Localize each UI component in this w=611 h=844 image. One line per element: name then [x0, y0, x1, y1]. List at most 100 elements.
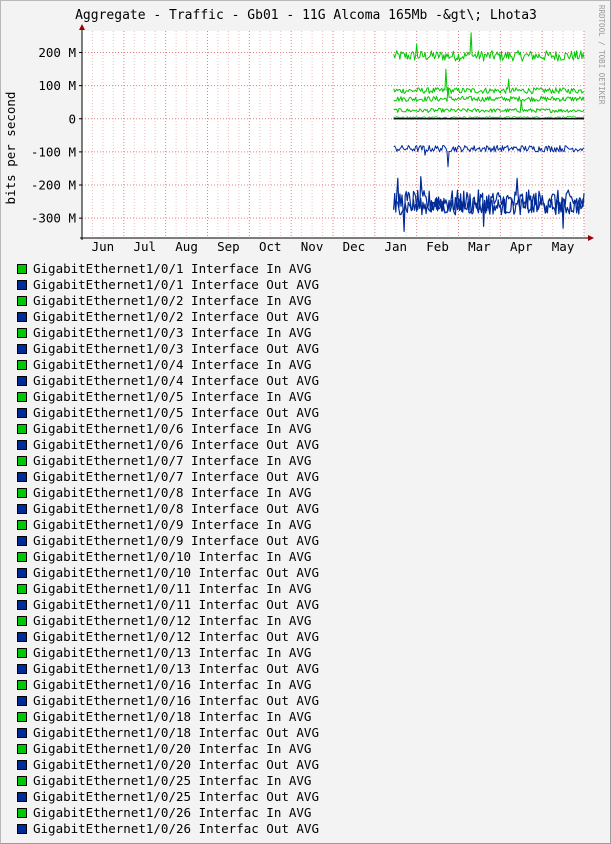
legend-swatch [17, 312, 27, 322]
x-tick-label: Jul [133, 239, 156, 254]
legend-item: GigabitEthernet1/0/4 Interface In AVG [17, 357, 319, 373]
x-tick-label: Jan [384, 239, 407, 254]
legend-label: GigabitEthernet1/0/9 Interface Out AVG [33, 533, 319, 548]
legend-item: GigabitEthernet1/0/26 Interfac In AVG [17, 805, 319, 821]
legend-label: GigabitEthernet1/0/12 Interfac In AVG [33, 613, 312, 628]
legend-swatch [17, 632, 27, 642]
legend-swatch [17, 328, 27, 338]
legend-item: GigabitEthernet1/0/16 Interfac Out AVG [17, 693, 319, 709]
legend-swatch [17, 424, 27, 434]
legend-label: GigabitEthernet1/0/10 Interfac In AVG [33, 549, 312, 564]
legend-label: GigabitEthernet1/0/2 Interface Out AVG [33, 309, 319, 324]
legend-item: GigabitEthernet1/0/7 Interface Out AVG [17, 469, 319, 485]
legend-label: GigabitEthernet1/0/20 Interfac Out AVG [33, 757, 319, 772]
x-tick-label: Mar [468, 239, 491, 254]
traffic-chart: Aggregate - Traffic - Gb01 - 11G Alcoma … [3, 5, 606, 254]
legend-item: GigabitEthernet1/0/9 Interface Out AVG [17, 533, 319, 549]
legend-label: GigabitEthernet1/0/10 Interfac Out AVG [33, 565, 319, 580]
legend-label: GigabitEthernet1/0/7 Interface In AVG [33, 453, 312, 468]
legend-swatch [17, 616, 27, 626]
x-axis-arrow [588, 235, 594, 241]
x-tick-label: Sep [217, 239, 240, 254]
legend-label: GigabitEthernet1/0/2 Interface In AVG [33, 293, 312, 308]
legend-item: GigabitEthernet1/0/7 Interface In AVG [17, 453, 319, 469]
x-tick-label: Dec [343, 239, 366, 254]
legend-swatch [17, 744, 27, 754]
legend-label: GigabitEthernet1/0/16 Interfac In AVG [33, 677, 312, 692]
legend: GigabitEthernet1/0/1 Interface In AVG Gig… [17, 261, 319, 837]
legend-swatch [17, 760, 27, 770]
legend-item: GigabitEthernet1/0/26 Interfac Out AVG [17, 821, 319, 837]
y-tick-labels: 200 M 100 M 0 -100 M -200 M -300 M [31, 45, 76, 226]
legend-item: GigabitEthernet1/0/25 Interfac Out AVG [17, 789, 319, 805]
legend-swatch [17, 664, 27, 674]
legend-item: GigabitEthernet1/0/10 Interfac Out AVG [17, 565, 319, 581]
y-tick-label: -300 M [31, 211, 76, 226]
legend-item: GigabitEthernet1/0/3 Interface Out AVG [17, 341, 319, 357]
legend-item: GigabitEthernet1/0/3 Interface In AVG [17, 325, 319, 341]
legend-item: GigabitEthernet1/0/18 Interfac Out AVG [17, 725, 319, 741]
legend-swatch [17, 600, 27, 610]
legend-swatch [17, 408, 27, 418]
legend-item: GigabitEthernet1/0/20 Interfac Out AVG [17, 757, 319, 773]
legend-swatch [17, 696, 27, 706]
legend-label: GigabitEthernet1/0/18 Interfac In AVG [33, 709, 312, 724]
legend-item: GigabitEthernet1/0/13 Interfac In AVG [17, 645, 319, 661]
legend-label: GigabitEthernet1/0/12 Interfac Out AVG [33, 629, 319, 644]
legend-swatch [17, 472, 27, 482]
legend-swatch [17, 536, 27, 546]
legend-swatch [17, 296, 27, 306]
legend-label: GigabitEthernet1/0/13 Interfac In AVG [33, 645, 312, 660]
legend-item: GigabitEthernet1/0/2 Interface Out AVG [17, 309, 319, 325]
legend-label: GigabitEthernet1/0/6 Interface In AVG [33, 421, 312, 436]
legend-label: GigabitEthernet1/0/1 Interface In AVG [33, 261, 312, 276]
x-tick-label: Feb [426, 239, 449, 254]
legend-label: GigabitEthernet1/0/9 Interface In AVG [33, 517, 312, 532]
legend-item: GigabitEthernet1/0/8 Interface Out AVG [17, 501, 319, 517]
legend-swatch [17, 792, 27, 802]
legend-item: GigabitEthernet1/0/18 Interfac In AVG [17, 709, 319, 725]
y-axis-label: bits per second [3, 92, 18, 205]
x-tick-label: Aug [175, 239, 198, 254]
x-tick-label: Nov [301, 239, 324, 254]
y-tick-label: 0 [68, 111, 76, 126]
legend-item: GigabitEthernet1/0/16 Interfac In AVG [17, 677, 319, 693]
legend-label: GigabitEthernet1/0/3 Interface Out AVG [33, 341, 319, 356]
y-tick-label: -100 M [31, 144, 76, 159]
legend-label: GigabitEthernet1/0/20 Interfac In AVG [33, 741, 312, 756]
legend-swatch [17, 360, 27, 370]
x-tick-label: May [552, 239, 575, 254]
legend-swatch [17, 824, 27, 834]
y-tick-label: 100 M [38, 78, 76, 93]
legend-label: GigabitEthernet1/0/1 Interface Out AVG [33, 277, 319, 292]
y-tick-label: 200 M [38, 45, 76, 60]
legend-label: GigabitEthernet1/0/5 Interface Out AVG [33, 405, 319, 420]
legend-item: GigabitEthernet1/0/4 Interface Out AVG [17, 373, 319, 389]
y-tick-label: -200 M [31, 178, 76, 193]
legend-label: GigabitEthernet1/0/5 Interface In AVG [33, 389, 312, 404]
legend-item: GigabitEthernet1/0/1 Interface In AVG [17, 261, 319, 277]
legend-label: GigabitEthernet1/0/25 Interfac Out AVG [33, 789, 319, 804]
legend-label: GigabitEthernet1/0/13 Interfac Out AVG [33, 661, 319, 676]
legend-swatch [17, 584, 27, 594]
legend-label: GigabitEthernet1/0/3 Interface In AVG [33, 325, 312, 340]
plot-area [82, 31, 584, 238]
legend-swatch [17, 488, 27, 498]
legend-item: GigabitEthernet1/0/20 Interfac In AVG [17, 741, 319, 757]
x-tick-label: Jun [92, 239, 115, 254]
legend-label: GigabitEthernet1/0/8 Interface Out AVG [33, 501, 319, 516]
legend-swatch [17, 776, 27, 786]
legend-item: GigabitEthernet1/0/25 Interfac In AVG [17, 773, 319, 789]
legend-swatch [17, 344, 27, 354]
chart-title: Aggregate - Traffic - Gb01 - 11G Alcoma … [75, 8, 537, 23]
legend-item: GigabitEthernet1/0/10 Interfac In AVG [17, 549, 319, 565]
legend-label: GigabitEthernet1/0/4 Interface Out AVG [33, 373, 319, 388]
legend-label: GigabitEthernet1/0/26 Interfac Out AVG [33, 821, 319, 836]
legend-item: GigabitEthernet1/0/11 Interfac Out AVG [17, 597, 319, 613]
legend-label: GigabitEthernet1/0/8 Interface In AVG [33, 485, 312, 500]
legend-swatch [17, 504, 27, 514]
legend-label: GigabitEthernet1/0/7 Interface Out AVG [33, 469, 319, 484]
legend-label: GigabitEthernet1/0/25 Interfac In AVG [33, 773, 312, 788]
legend-label: GigabitEthernet1/0/11 Interfac Out AVG [33, 597, 319, 612]
legend-label: GigabitEthernet1/0/11 Interfac In AVG [33, 581, 312, 596]
